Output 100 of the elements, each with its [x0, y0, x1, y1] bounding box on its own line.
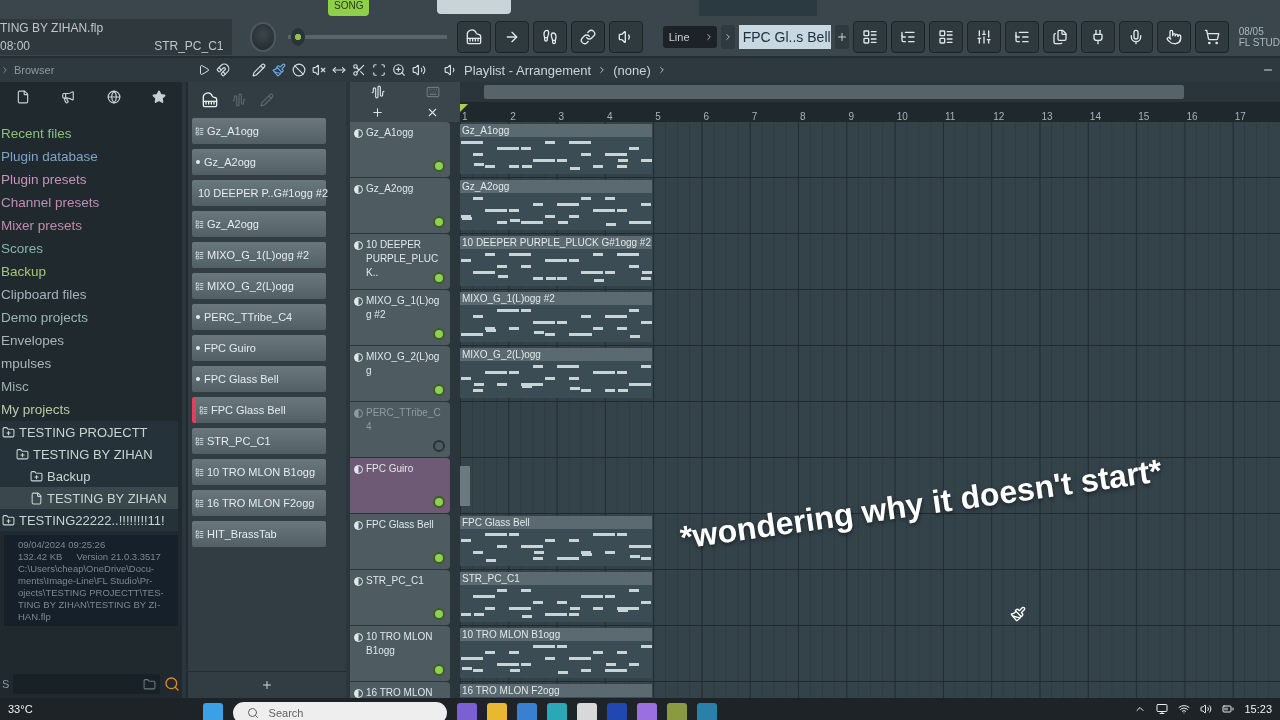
star-icon[interactable] [152, 90, 167, 104]
clip-header[interactable]: MIXO_G_1(L)ogg #2 [460, 292, 652, 305]
browser-app-icon[interactable] [546, 703, 567, 720]
play-icon[interactable] [198, 64, 210, 76]
files-button[interactable] [1042, 21, 1077, 53]
browser-item[interactable]: Plugin presets [1, 168, 182, 191]
browser-search-field[interactable] [13, 674, 160, 694]
app-icon[interactable] [696, 703, 717, 720]
channel-button[interactable]: Gz_A2ogg [192, 211, 326, 237]
scroll-thumb[interactable] [484, 85, 1184, 99]
slice-icon[interactable] [352, 63, 366, 77]
browser-item[interactable]: My projects [1, 398, 182, 421]
clip-header[interactable]: Gz_A1ogg [460, 124, 652, 137]
delete-icon[interactable] [292, 63, 306, 77]
tree-item[interactable]: TESTING BY ZIHAN [0, 487, 178, 509]
plugin-button[interactable] [1080, 21, 1115, 53]
clip-header[interactable]: 10 TRO MLON B1ogg [460, 628, 652, 641]
app-icon[interactable] [516, 703, 537, 720]
volume-icon[interactable] [1200, 703, 1213, 715]
slider-thumb[interactable] [291, 28, 306, 46]
track-header[interactable]: Gz_A1ogg [350, 122, 450, 178]
pointer-button[interactable] [1156, 21, 1191, 53]
globe-icon[interactable] [106, 90, 121, 104]
track-led[interactable] [433, 328, 445, 340]
browser-item[interactable]: Clipboard files [1, 283, 182, 306]
tree-item[interactable]: TESTING22222..!!!!!!!!11! [0, 509, 178, 531]
app-icon[interactable] [666, 703, 687, 720]
browser-item[interactable]: Mixer presets [1, 214, 182, 237]
channel-button[interactable]: FPC Glass Bell [192, 366, 326, 392]
browser-item[interactable]: Backup [1, 260, 182, 283]
file-icon[interactable] [15, 90, 30, 104]
snap-dropdown[interactable]: Line [662, 26, 717, 48]
track-led[interactable] [433, 160, 445, 172]
mute-icon[interactable] [312, 63, 326, 77]
channel-button[interactable]: 16 TRO MLON F2ogg [192, 490, 326, 516]
channel-button[interactable]: STR_PC_C1 [192, 428, 326, 454]
arrow-button[interactable] [494, 21, 529, 53]
folder-app-icon[interactable] [486, 703, 507, 720]
track-led[interactable] [433, 608, 445, 620]
track-led[interactable] [433, 552, 445, 564]
wifi-icon[interactable] [1178, 703, 1191, 715]
piano-icon[interactable] [202, 92, 218, 108]
channel-button[interactable]: HIT_BrassTab [192, 521, 326, 547]
pattern-list-button[interactable] [928, 21, 963, 53]
browser-item[interactable]: mpulses [1, 352, 182, 375]
track-header[interactable]: 10 TRO MLON B1ogg [350, 626, 450, 682]
store-app-icon[interactable] [576, 703, 597, 720]
search-icon[interactable] [164, 676, 180, 692]
pattern-selector-field[interactable]: FPC Gl..s Bell [738, 25, 831, 49]
footprint-button[interactable] [532, 21, 567, 53]
browser-item[interactable]: Recent files [1, 122, 182, 145]
plus-icon[interactable] [371, 105, 384, 119]
add-channel-icon[interactable] [261, 679, 273, 691]
paintbrush-icon[interactable] [272, 63, 286, 77]
mic-button[interactable] [1118, 21, 1153, 53]
magnet-icon[interactable] [216, 63, 230, 77]
battery-icon[interactable] [1222, 703, 1235, 715]
select-icon[interactable] [372, 63, 386, 77]
clip-header[interactable]: 10 DEEPER PURPLE_PLUCK G#1ogg #2 [460, 236, 652, 249]
timeline-ruler[interactable]: 1 2 3 4 5 6 7 8 9 10 11 12 13 14 15 16 17 [460, 102, 1280, 122]
track-header[interactable]: MIXO_G_2(L)ogg [350, 346, 450, 402]
channel-button[interactable]: 10 DEEPER P..G#1ogg #2 [192, 180, 326, 206]
track-header[interactable]: MIXO_G_1(L)ogg #2 [350, 290, 450, 346]
track-led[interactable] [433, 496, 445, 508]
start-icon[interactable] [202, 703, 223, 720]
tree-item[interactable]: TESTING PROJECTT [0, 421, 178, 443]
shop-button[interactable] [1194, 21, 1229, 53]
add-button[interactable] [834, 25, 849, 49]
mixer-button[interactable] [966, 21, 1001, 53]
channel-button[interactable]: FPC Guiro [192, 335, 326, 361]
pattern-clip[interactable] [460, 466, 470, 506]
channel-rack-button[interactable] [890, 21, 925, 53]
browser-item[interactable]: Misc [1, 375, 182, 398]
browser-item[interactable]: Demo projects [1, 306, 182, 329]
channel-button[interactable]: FPC Glass Bell [192, 397, 326, 423]
clip-header[interactable]: STR_PC_C1 [460, 572, 652, 585]
taskbar-search-field[interactable]: Search [232, 702, 447, 720]
song-mode-button[interactable]: SONG [328, 0, 370, 16]
channel-button[interactable]: 10 TRO MLON B1ogg [192, 459, 326, 485]
track-led[interactable] [433, 384, 445, 396]
tree-item[interactable]: Backup [0, 465, 178, 487]
browser-item[interactable]: Plugin database [1, 145, 182, 168]
channel-button[interactable]: Gz_A1ogg [192, 118, 326, 144]
playback-icon[interactable] [412, 63, 426, 77]
browser-item[interactable]: Scores [1, 237, 182, 260]
clip-header[interactable]: MIXO_G_2(L)ogg [460, 348, 652, 361]
clip-header[interactable]: FPC Glass Bell [460, 516, 652, 529]
tree-item[interactable]: TESTING BY ZIHAN [0, 443, 178, 465]
browser-item[interactable]: Channel presets [1, 191, 182, 214]
knob-button[interactable] [608, 21, 643, 53]
link-button[interactable] [570, 21, 605, 53]
browser-item[interactable]: Envelopes [1, 329, 182, 352]
track-header[interactable]: Gz_A2ogg [350, 178, 450, 234]
channel-button[interactable]: MIXO_G_2(L)ogg [192, 273, 326, 299]
app-icon[interactable] [456, 703, 477, 720]
playlist-button[interactable] [852, 21, 887, 53]
browser-tree-button[interactable] [1004, 21, 1039, 53]
clip-header[interactable]: 16 TRO MLON F2ogg [460, 684, 652, 697]
app-icon[interactable] [636, 703, 657, 720]
piano-roll-button[interactable] [456, 21, 491, 53]
